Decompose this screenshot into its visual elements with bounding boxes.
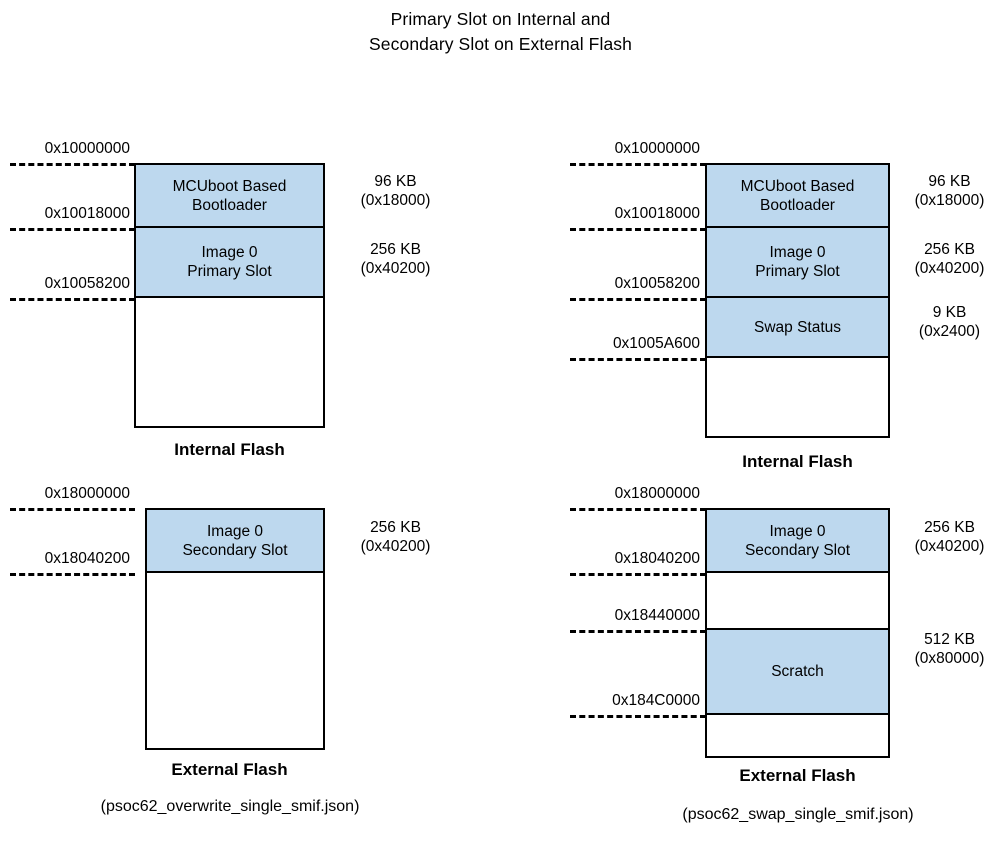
size-note-right-internal-2: 9 KB (0x2400)	[918, 304, 981, 340]
leader-line-right-internal-0	[570, 163, 706, 166]
title-line-1: Primary Slot on Internal and	[390, 9, 611, 29]
region-unused-left-internal	[136, 298, 323, 426]
leader-line-left-internal-1	[10, 228, 135, 231]
size-note-left-external-0: 256 KB (0x40200)	[360, 519, 431, 555]
region-image0-primary-slot: Image 0 Primary Slot	[707, 228, 888, 298]
leader-line-left-internal-0	[10, 163, 135, 166]
size-note-right-external-0: 256 KB (0x40200)	[914, 519, 985, 555]
region-unused-right-external-tail	[707, 715, 888, 756]
memory-map-right-internal: MCUboot Based Bootloader Image 0 Primary…	[705, 163, 890, 438]
size-note-left-internal-1: 256 KB (0x40200)	[360, 241, 431, 277]
region-scratch: Scratch	[707, 630, 888, 715]
page-title: Primary Slot on Internal and Secondary S…	[0, 7, 1001, 57]
leader-line-left-external-1	[10, 573, 135, 576]
region-unused-right-internal	[707, 358, 888, 436]
size-note-right-external-2: 512 KB (0x80000)	[914, 631, 985, 667]
address-label-left-external-1: 0x18040200	[44, 550, 130, 567]
address-label-left-internal-2: 0x10058200	[44, 275, 130, 292]
leader-line-right-external-1	[570, 573, 706, 576]
leader-line-right-external-0	[570, 508, 706, 511]
memory-map-right-external: Image 0 Secondary Slot Scratch	[705, 508, 890, 758]
address-label-left-internal-0: 0x10000000	[44, 140, 130, 157]
region-swap-status: Swap Status	[707, 298, 888, 358]
region-mcuboot-bootloader: MCUboot Based Bootloader	[707, 165, 888, 228]
region-unused-right-external-gap	[707, 573, 888, 630]
flash-name-right-external: External Flash	[739, 766, 856, 785]
address-label-right-internal-1: 0x10018000	[614, 205, 700, 222]
address-label-right-internal-0: 0x10000000	[614, 140, 700, 157]
region-image0-primary-slot: Image 0 Primary Slot	[136, 228, 323, 298]
caption-left-panel: (psoc62_overwrite_single_smif.json)	[100, 798, 360, 815]
address-label-right-internal-2: 0x10058200	[614, 275, 700, 292]
leader-line-left-external-0	[10, 508, 135, 511]
region-mcuboot-bootloader: MCUboot Based Bootloader	[136, 165, 323, 228]
size-note-right-internal-0: 96 KB (0x18000)	[914, 173, 985, 209]
address-label-right-external-2: 0x18440000	[614, 607, 700, 624]
leader-line-right-internal-3	[570, 358, 706, 361]
flash-name-left-internal: Internal Flash	[174, 440, 285, 459]
leader-line-right-internal-2	[570, 298, 706, 301]
flash-name-right-internal: Internal Flash	[742, 452, 853, 471]
flash-name-left-external: External Flash	[171, 760, 288, 779]
size-note-right-internal-1: 256 KB (0x40200)	[914, 241, 985, 277]
address-label-right-external-0: 0x18000000	[614, 485, 700, 502]
address-label-right-external-3: 0x184C0000	[612, 692, 700, 709]
leader-line-left-internal-2	[10, 298, 135, 301]
leader-line-right-external-3	[570, 715, 706, 718]
caption-right-panel: (psoc62_swap_single_smif.json)	[682, 806, 914, 823]
memory-map-left-internal: MCUboot Based Bootloader Image 0 Primary…	[134, 163, 325, 428]
size-note-left-internal-0: 96 KB (0x18000)	[360, 173, 431, 209]
title-line-2: Secondary Slot on External Flash	[369, 34, 632, 54]
address-label-right-internal-3: 0x1005A600	[612, 335, 700, 352]
address-label-left-external-0: 0x18000000	[44, 485, 130, 502]
region-image0-secondary-slot: Image 0 Secondary Slot	[707, 510, 888, 573]
memory-map-left-external: Image 0 Secondary Slot	[145, 508, 325, 750]
address-label-left-internal-1: 0x10018000	[44, 205, 130, 222]
region-unused-left-external	[147, 573, 323, 748]
leader-line-right-internal-1	[570, 228, 706, 231]
address-label-right-external-1: 0x18040200	[614, 550, 700, 567]
region-image0-secondary-slot: Image 0 Secondary Slot	[147, 510, 323, 573]
leader-line-right-external-2	[570, 630, 706, 633]
